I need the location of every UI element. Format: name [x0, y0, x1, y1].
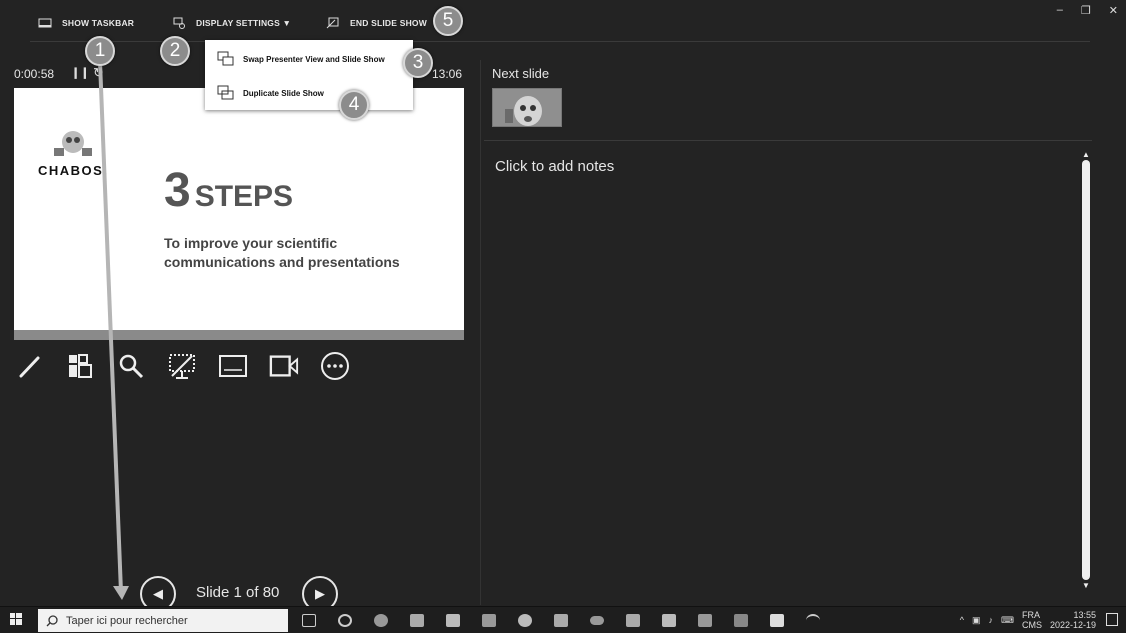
duplicate-icon — [217, 85, 234, 100]
search-icon — [46, 614, 58, 626]
logo-text: CHABOS. — [38, 163, 109, 178]
outlook-icon[interactable] — [478, 611, 500, 630]
network-icon[interactable]: ▣ — [972, 615, 981, 626]
excel-icon[interactable] — [622, 611, 644, 630]
show-taskbar-button[interactable]: SHOW TASKBAR — [38, 14, 134, 32]
duplicate-slide-show-menu-item[interactable]: Duplicate Slide Show — [217, 82, 324, 104]
swap-views-menu-item[interactable]: Swap Presenter View and Slide Show — [217, 48, 385, 70]
callout-1: 1 — [85, 36, 115, 66]
file-explorer-icon[interactable] — [406, 611, 428, 630]
slide-footer-bar — [14, 330, 464, 340]
language-code: FRA — [1021, 610, 1040, 620]
toolbar-divider — [30, 41, 1090, 42]
end-slide-show-label: END SLIDE SHOW — [350, 18, 427, 28]
scrollbar-thumb[interactable] — [1082, 160, 1090, 580]
volume-icon[interactable]: ♪ — [988, 615, 993, 625]
minimize-button[interactable]: – — [1057, 4, 1063, 17]
keyboard-icon[interactable]: ⌨ — [1001, 615, 1014, 626]
onenote-icon[interactable] — [658, 611, 680, 630]
next-slide-label: Next slide — [492, 66, 550, 81]
pause-timer-button[interactable]: ❙❙ — [71, 66, 89, 79]
black-screen-button[interactable] — [166, 350, 198, 382]
display-settings-label: DISPLAY SETTINGS ▼ — [196, 18, 292, 28]
pen-icon — [19, 356, 40, 378]
current-time: 13:06 — [432, 67, 463, 81]
next-slide-image — [493, 89, 561, 126]
taskbar-search[interactable] — [38, 609, 288, 632]
display-settings-icon — [173, 17, 185, 29]
camera-icon — [269, 355, 299, 377]
cortana-icon[interactable] — [334, 611, 356, 630]
windows-taskbar: ^ ▣ ♪ ⌨ FRA CMS 13:55 2022-12-19 — [0, 606, 1126, 633]
close-button[interactable]: ✕ — [1109, 4, 1118, 17]
callout-3: 3 — [403, 48, 433, 78]
callout-5: 5 — [433, 6, 463, 36]
system-tray: ^ ▣ ♪ ⌨ FRA CMS 13:55 2022-12-19 — [960, 610, 1096, 630]
display-settings-button[interactable]: DISPLAY SETTINGS ▼ — [172, 14, 291, 32]
previous-arrow-icon: ◀ — [153, 586, 163, 601]
slide-counter: Slide 1 of 80 — [196, 584, 280, 601]
windows-logo-icon — [10, 613, 22, 625]
swap-views-icon — [217, 51, 234, 66]
scroll-up-icon[interactable]: ▲ — [1080, 150, 1092, 159]
panel-divider — [480, 60, 481, 605]
next-arrow-icon: ▶ — [315, 586, 325, 601]
reset-timer-button[interactable]: ↻ — [93, 65, 104, 81]
powerpoint-icon[interactable] — [514, 611, 536, 630]
taskbar-clock[interactable]: 13:55 2022-12-19 — [1050, 610, 1096, 630]
teams-icon[interactable] — [694, 611, 716, 630]
next-slide-thumbnail[interactable] — [492, 88, 562, 127]
more-icon — [321, 352, 349, 380]
display-settings-menu: Swap Presenter View and Slide Show Dupli… — [205, 40, 413, 110]
callout-2: 2 — [160, 36, 190, 66]
pen-tool-button[interactable] — [14, 350, 46, 382]
search-input[interactable] — [66, 614, 246, 627]
wifi-app-icon[interactable] — [802, 611, 824, 630]
magnifier-icon — [119, 354, 144, 379]
notification-icon[interactable] — [1106, 613, 1118, 626]
blackout-icon — [169, 354, 195, 379]
camera-toggle-button[interactable] — [268, 350, 300, 382]
duplicate-label: Duplicate Slide Show — [243, 88, 324, 98]
see-all-slides-button[interactable] — [64, 350, 96, 382]
current-slide[interactable]: CHABOS. 3 STEPS To improve your scientifi… — [14, 88, 464, 340]
taskbar-time: 13:55 — [1073, 610, 1096, 620]
notes-divider — [484, 140, 1092, 141]
window-controls: – ❐ ✕ — [1057, 4, 1118, 17]
sticky-notes-icon[interactable] — [730, 611, 752, 630]
callout-4: 4 — [339, 90, 369, 120]
more-options-button[interactable] — [319, 350, 351, 382]
slide-title: 3 STEPS — [164, 163, 293, 218]
edge-icon[interactable] — [370, 611, 392, 630]
slide-title-number: 3 — [164, 164, 191, 217]
swap-views-label: Swap Presenter View and Slide Show — [243, 54, 385, 64]
end-show-icon — [326, 17, 339, 29]
notes-scrollbar[interactable]: ▲ ▼ — [1080, 150, 1092, 590]
zoom-button[interactable] — [115, 350, 147, 382]
scroll-down-icon[interactable]: ▼ — [1080, 581, 1092, 590]
input-method: CMS — [1021, 620, 1042, 630]
slide-title-word: STEPS — [194, 180, 294, 213]
store-icon[interactable] — [442, 611, 464, 630]
speaker-notes[interactable]: Click to add notes — [495, 158, 614, 175]
elapsed-timer: 0:00:58 — [14, 67, 55, 81]
subtitles-icon — [219, 355, 247, 377]
tray-chevron-icon[interactable]: ^ — [960, 615, 964, 625]
taskbar-icon — [38, 18, 52, 28]
start-button[interactable] — [10, 613, 22, 628]
onedrive-icon[interactable] — [586, 611, 608, 630]
end-slide-show-button[interactable]: END SLIDE SHOW — [326, 14, 427, 32]
app-s-icon[interactable] — [766, 611, 788, 630]
subtitles-button[interactable] — [217, 350, 249, 382]
grid-icon — [69, 354, 92, 378]
language-indicator[interactable]: FRA CMS — [1022, 610, 1042, 630]
word-icon[interactable] — [550, 611, 572, 630]
logo-mascot-icon — [54, 131, 92, 156]
taskbar-date: 2022-12-19 — [1049, 620, 1096, 630]
slide-subtitle: To improve your scientific communication… — [164, 235, 400, 270]
restore-button[interactable]: ❐ — [1081, 4, 1091, 17]
show-taskbar-label: SHOW TASKBAR — [62, 18, 135, 28]
task-view-icon[interactable] — [298, 611, 320, 630]
